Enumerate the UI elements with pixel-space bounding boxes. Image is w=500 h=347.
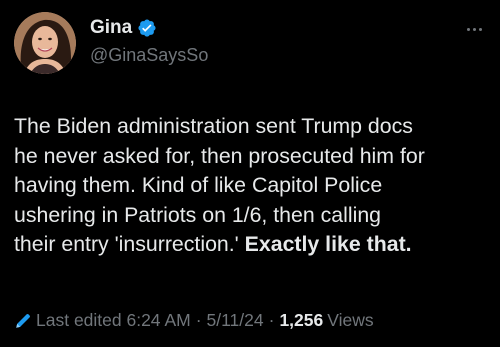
tweet-date[interactable]: 5/11/24 [207,310,264,331]
tweet-emphasis-text: Exactly like that. [244,232,412,256]
author-name-row: Gina [90,17,157,39]
tweet-text-line: The Biden administration sent Trump docs [14,114,413,138]
author-handle[interactable]: @GinaSaysSo [90,45,208,66]
meta-separator: · [195,310,202,330]
tweet-text-last-line: their entry 'insurrection.' Exactly like… [14,230,489,260]
views-label: Views [327,310,374,330]
views-count: 1,256 [279,310,324,330]
meta-separator: · [268,310,275,330]
tweet-card: Gina @GinaSaysSo The Biden administratio… [0,0,500,347]
verified-badge-icon [137,18,157,38]
tweet-text-line: ushering in Patriots on 1/6, then callin… [14,202,382,227]
more-options-icon [466,27,470,31]
tweet-text-line: having them. Kind of like Capitol Police [14,173,383,197]
avatar[interactable] [14,12,76,74]
author-display-name[interactable]: Gina [90,17,132,39]
tweet-meta-row: Last edited 6:24 AM · 5/11/24 · 1,256 Vi… [14,310,374,331]
tweet-text: The Biden administration sent Trump docs… [14,112,489,260]
tweet-text-line: he never asked for, then prosecuted him … [14,143,425,168]
tweet-text-line: their entry 'insurrection.' [14,232,239,256]
last-edited-link[interactable]: Last edited 6:24 AM [36,310,191,331]
avatar-image [14,12,76,74]
more-options-button[interactable] [462,22,486,36]
pencil-icon [14,312,32,330]
